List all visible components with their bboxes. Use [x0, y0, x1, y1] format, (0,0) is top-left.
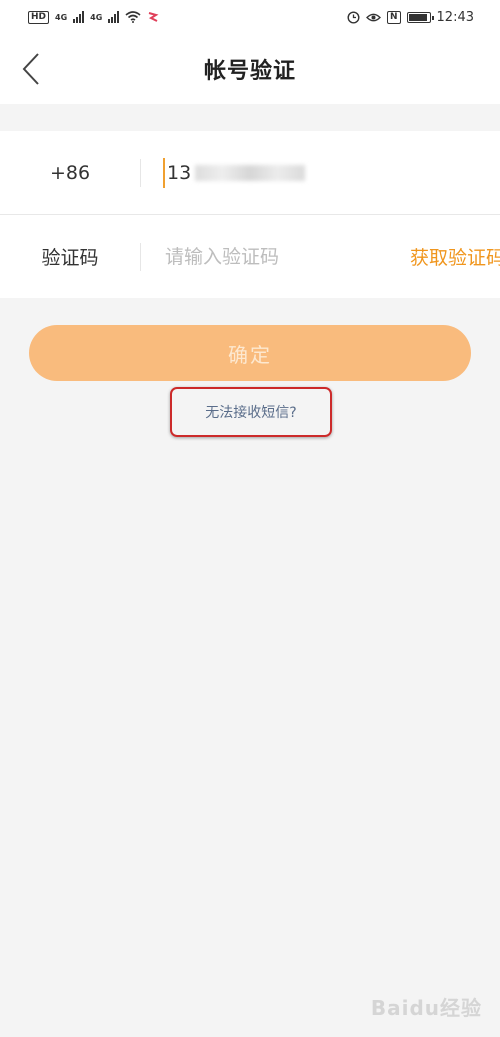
phone-divider — [140, 158, 141, 187]
signal-icon-2 — [108, 11, 120, 23]
network-type-2: 4G — [90, 12, 103, 22]
battery-fill — [408, 13, 427, 21]
status-time: 12:43 — [436, 9, 474, 25]
code-input[interactable] — [163, 244, 410, 269]
phone-value: 13 — [167, 161, 192, 184]
page-title: 帐号验证 — [203, 59, 296, 84]
sms-help-highlight: 无法接收短信? — [170, 387, 332, 437]
nav-bar: 帐号验证 — [0, 34, 500, 104]
status-left: HD 4G 4G — [28, 10, 159, 24]
app-notification-icon — [149, 12, 159, 22]
watermark-text: Baidu经验 — [370, 996, 482, 1020]
code-divider — [140, 242, 141, 271]
watermark: Baidu经验 — [371, 992, 482, 1021]
phone-redaction — [195, 164, 306, 181]
nfc-icon: N — [386, 10, 401, 24]
alarm-icon — [347, 10, 360, 24]
back-button[interactable] — [14, 50, 48, 88]
sms-help-link[interactable]: 无法接收短信? — [205, 402, 296, 422]
status-bar: HD 4G 4G N 12:43 — [0, 0, 500, 34]
eye-icon — [366, 13, 381, 21]
get-code-button[interactable]: 获取验证码 — [410, 243, 500, 270]
code-label: 验证码 — [41, 247, 99, 269]
signal-icon-1 — [73, 11, 85, 23]
country-code[interactable]: +86 — [0, 162, 140, 184]
hd-icon: HD — [28, 10, 50, 24]
verification-form: +86 13 验证码 获取验证码 — [0, 131, 500, 298]
phone-input[interactable]: 13 — [163, 157, 347, 188]
confirm-button[interactable]: 确定 — [29, 325, 471, 381]
battery-icon — [406, 11, 434, 23]
phone-row: +86 13 — [0, 131, 500, 214]
chevron-left-icon — [22, 53, 39, 85]
code-row: 验证码 获取验证码 — [0, 214, 500, 298]
status-right: N 12:43 — [347, 10, 474, 25]
wifi-icon — [125, 11, 141, 23]
network-type-1: 4G — [55, 12, 68, 22]
